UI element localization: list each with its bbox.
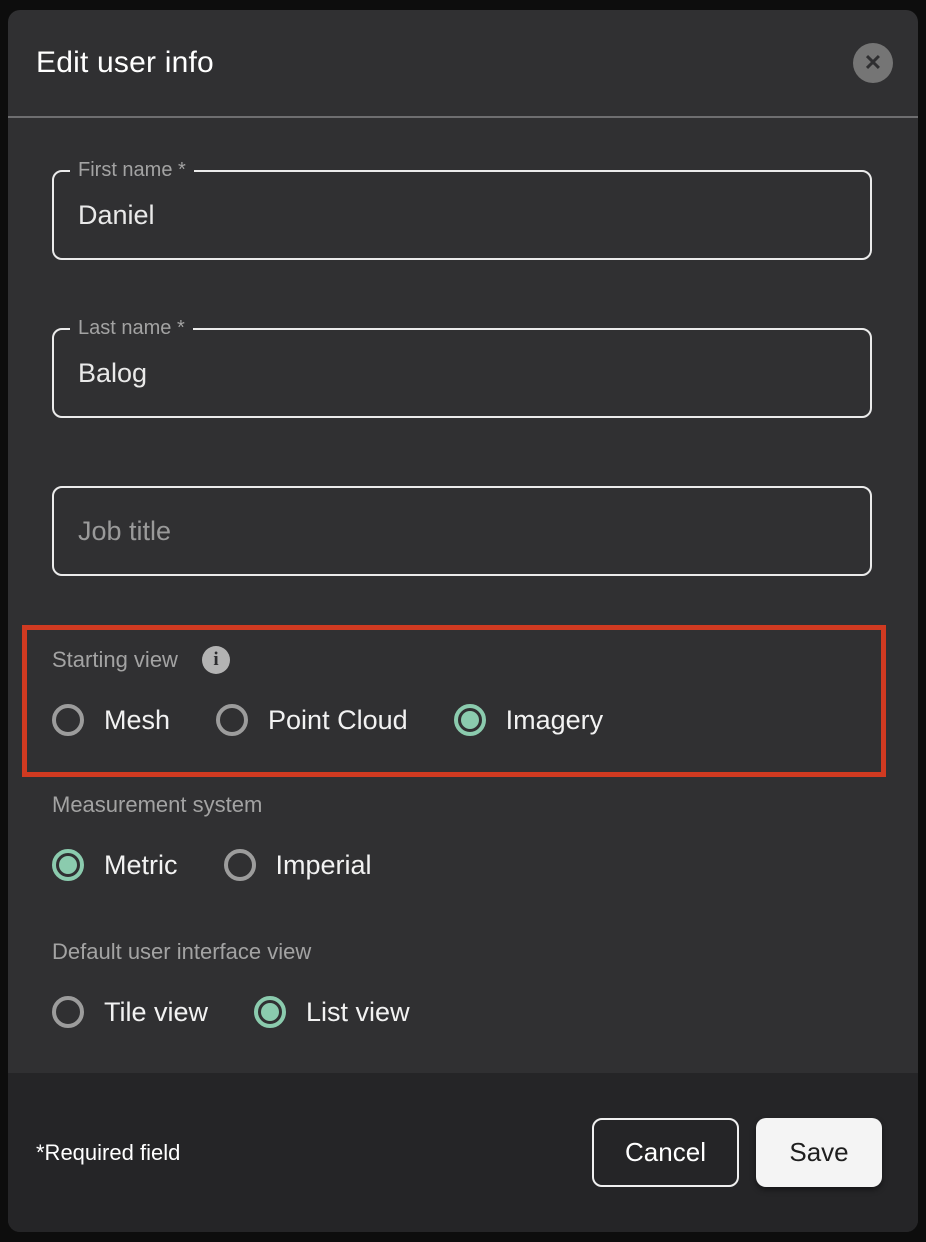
starting-view-label-row: Starting view i [52, 646, 881, 674]
save-button[interactable]: Save [756, 1118, 882, 1187]
radio-selected-icon [454, 704, 486, 736]
first-name-label: First name * [70, 159, 194, 181]
radio-label: Tile view [104, 992, 208, 1032]
info-icon[interactable]: i [202, 646, 230, 674]
radio-imagery[interactable]: Imagery [454, 700, 604, 740]
first-name-input[interactable] [52, 170, 872, 260]
radio-imperial[interactable]: Imperial [224, 845, 372, 885]
last-name-input[interactable] [52, 328, 872, 418]
radio-label: Point Cloud [268, 700, 408, 740]
close-button[interactable]: ✕ [853, 43, 893, 83]
measurement-system-label: Measurement system [52, 791, 262, 819]
radio-label: Imagery [506, 700, 604, 740]
job-title-field [52, 486, 872, 576]
starting-view-radio-group: Mesh Point Cloud Imagery [52, 700, 881, 740]
radio-label: List view [306, 992, 410, 1032]
dialog-header: Edit user info ✕ [8, 10, 918, 118]
radio-label: Imperial [276, 845, 372, 885]
job-title-input[interactable] [52, 486, 872, 576]
default-ui-view-label: Default user interface view [52, 938, 311, 966]
starting-view-section-highlight: Starting view i Mesh Point Cloud Imagery [22, 625, 886, 777]
edit-user-info-dialog: Edit user info ✕ First name * Last name … [8, 10, 918, 1232]
info-icon-glyph: i [213, 646, 218, 674]
radio-metric[interactable]: Metric [52, 845, 178, 885]
radio-list-view[interactable]: List view [254, 992, 410, 1032]
measurement-system-radio-group: Metric Imperial [52, 845, 918, 885]
radio-tile-view[interactable]: Tile view [52, 992, 208, 1032]
dialog-footer: *Required field Cancel Save [8, 1073, 918, 1232]
radio-unselected-icon [216, 704, 248, 736]
radio-unselected-icon [224, 849, 256, 881]
last-name-label: Last name * [70, 317, 193, 339]
required-field-note: *Required field [36, 1140, 592, 1166]
radio-unselected-icon [52, 704, 84, 736]
last-name-field: Last name * [52, 328, 872, 418]
radio-selected-icon [254, 996, 286, 1028]
close-icon: ✕ [864, 52, 882, 74]
radio-mesh[interactable]: Mesh [52, 700, 170, 740]
radio-unselected-icon [52, 996, 84, 1028]
radio-point-cloud[interactable]: Point Cloud [216, 700, 408, 740]
cancel-button[interactable]: Cancel [592, 1118, 739, 1187]
default-ui-view-section: Default user interface view Tile view Li… [52, 938, 918, 1032]
radio-label: Metric [104, 845, 178, 885]
radio-selected-icon [52, 849, 84, 881]
radio-label: Mesh [104, 700, 170, 740]
starting-view-label: Starting view [52, 646, 178, 674]
measurement-system-section: Measurement system Metric Imperial [52, 791, 918, 885]
default-ui-view-radio-group: Tile view List view [52, 992, 918, 1032]
page-title: Edit user info [36, 46, 853, 80]
first-name-field: First name * [52, 170, 872, 260]
